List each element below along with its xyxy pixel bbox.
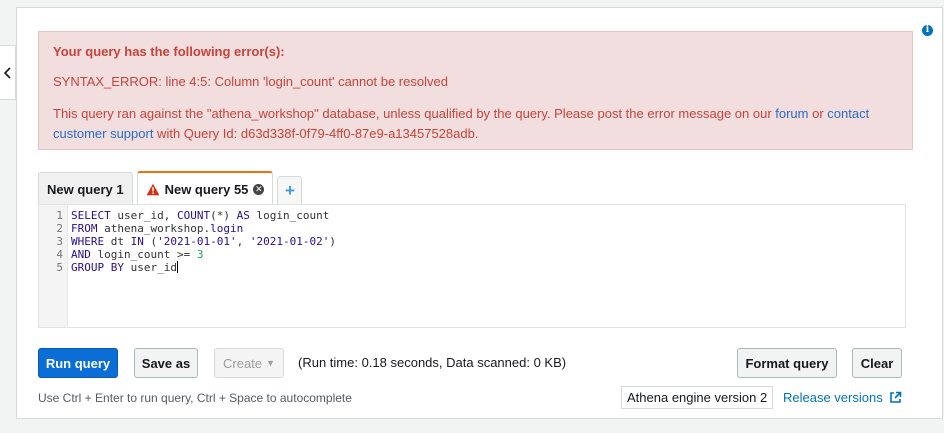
contact-link[interactable]: contact — [827, 106, 869, 121]
collapse-panel-button[interactable] — [0, 45, 16, 100]
code-area[interactable]: SELECT user_id, COUNT(*) AS login_count F… — [68, 205, 905, 327]
format-query-button[interactable]: Format query — [737, 348, 837, 378]
customer-support-link[interactable]: customer support — [53, 126, 153, 141]
query-editor-panel: i Your query has the following error(s):… — [16, 7, 943, 419]
tab-new-query-1[interactable]: New query 1 — [38, 172, 133, 205]
close-tab-icon[interactable]: ✕ — [253, 184, 265, 195]
save-as-button[interactable]: Save as — [134, 348, 198, 378]
error-title: Your query has the following error(s): — [53, 44, 285, 59]
engine-version-badge: Athena engine version 2 — [621, 386, 774, 409]
sql-editor[interactable]: 1 2 3 4 5 SELECT user_id, COUNT(*) AS lo… — [38, 204, 906, 328]
clear-button[interactable]: Clear — [852, 348, 902, 378]
code-line: SELECT user_id, COUNT(*) AS login_count — [71, 209, 330, 222]
error-message: SYNTAX_ERROR: line 4:5: Column 'login_co… — [53, 74, 448, 89]
release-versions-link[interactable]: Release versions — [783, 390, 902, 405]
run-query-button[interactable]: Run query — [38, 348, 118, 378]
query-tabs: New query 1 New query 55 ✕ + — [38, 170, 303, 206]
chevron-down-icon: ▼ — [266, 358, 275, 368]
tab-new-query-55[interactable]: New query 55 ✕ — [136, 171, 274, 206]
code-line: WHERE dt IN ('2021-01-01', '2021-01-02') — [71, 235, 336, 248]
forum-link[interactable]: forum — [775, 106, 808, 121]
error-note: This query ran against the "athena_works… — [53, 106, 870, 141]
add-tab-button[interactable]: + — [277, 176, 303, 205]
code-line: GROUP BY user_id — [71, 261, 178, 274]
keyboard-hint: Use Ctrl + Enter to run query, Ctrl + Sp… — [38, 391, 352, 405]
code-line: AND login_count >= 3 — [71, 248, 204, 261]
error-message-box: Your query has the following error(s): S… — [38, 31, 913, 150]
code-line: FROM athena_workshop.login — [71, 222, 244, 235]
run-stats: (Run time: 0.18 seconds, Data scanned: 0… — [298, 355, 567, 370]
warning-icon — [146, 183, 160, 196]
create-button[interactable]: Create ▼ — [214, 348, 284, 378]
external-link-icon — [889, 391, 902, 403]
line-number-gutter: 1 2 3 4 5 — [39, 205, 68, 327]
chevron-left-icon — [3, 66, 11, 79]
text-cursor — [176, 261, 178, 273]
info-icon[interactable]: i — [922, 25, 933, 36]
